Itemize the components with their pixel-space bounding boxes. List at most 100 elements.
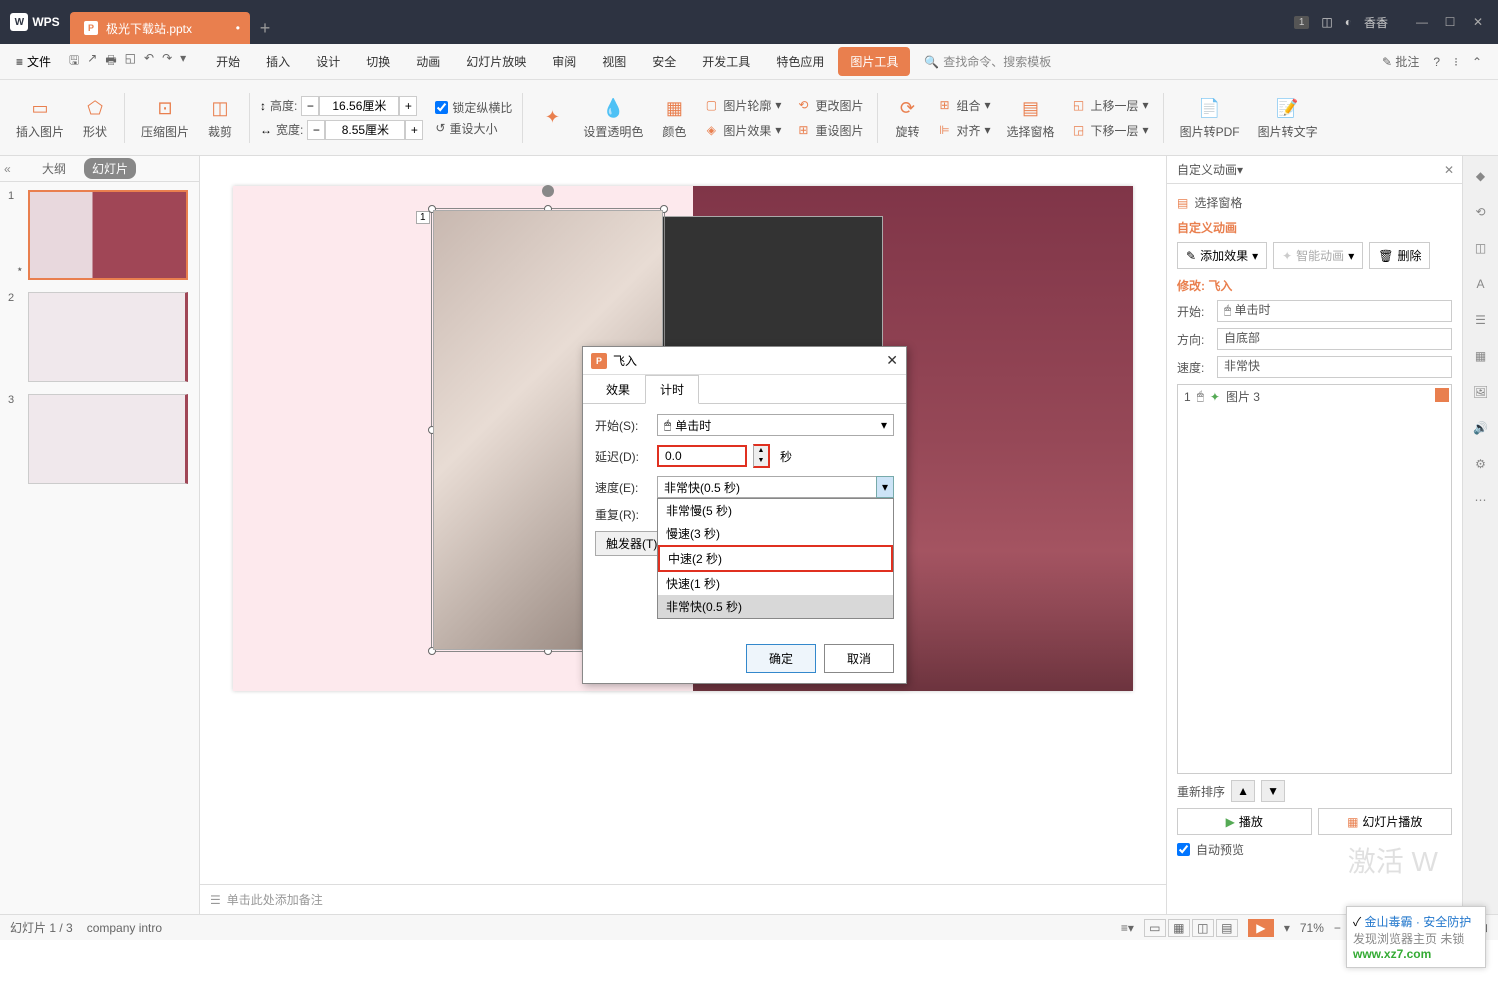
redo-icon[interactable]: ↷	[162, 51, 172, 72]
collapse-panel-icon[interactable]: «	[4, 162, 11, 176]
notes-view-button[interactable]: ▤	[1216, 919, 1238, 937]
tool-6-icon[interactable]: ▦	[1469, 344, 1493, 368]
speed-select[interactable]: 非常快	[1217, 356, 1452, 378]
shape-button[interactable]: ⬠形状	[76, 93, 114, 142]
collapse-ribbon-icon[interactable]: ⌃	[1472, 55, 1482, 69]
tool-1-icon[interactable]: ◆	[1469, 164, 1493, 188]
group-button[interactable]: ⊞组合 ▾	[932, 95, 994, 116]
tab-review[interactable]: 审阅	[540, 47, 588, 76]
effect-button[interactable]: ◈图片效果 ▾	[699, 120, 785, 141]
tab-developer[interactable]: 开发工具	[690, 47, 762, 76]
speed-option-4[interactable]: 非常快(0.5 秒)	[658, 595, 893, 618]
notes-bar[interactable]: ☰ 单击此处添加备注	[200, 884, 1166, 914]
reset-pic-button[interactable]: ⊞重设图片	[791, 120, 867, 141]
tab-slideshow[interactable]: 幻灯片放映	[454, 47, 538, 76]
transparency-button[interactable]: 💧设置透明色	[577, 93, 649, 142]
speed-option-2[interactable]: 中速(2 秒)	[658, 545, 893, 572]
animation-item[interactable]: 1 🖱 ✦ 图片 3	[1178, 385, 1451, 408]
tab-transition[interactable]: 切换	[354, 47, 402, 76]
close-pane-icon[interactable]: ✕	[1444, 163, 1454, 177]
snap-button[interactable]: ✦	[533, 103, 571, 133]
zoom-level[interactable]: 71%	[1300, 921, 1324, 935]
move-down-button[interactable]: ▼	[1261, 780, 1285, 802]
play-button[interactable]: ▶播放	[1177, 808, 1312, 835]
maximize-button[interactable]: ☐	[1442, 14, 1458, 30]
tab-security[interactable]: 安全	[640, 47, 688, 76]
spin-up[interactable]: ▲	[754, 446, 768, 456]
minimize-button[interactable]: —	[1414, 14, 1430, 30]
app-logo[interactable]: W WPS	[0, 0, 70, 44]
file-menu[interactable]: ≡ 文件	[8, 49, 59, 74]
ok-button[interactable]: 确定	[746, 644, 816, 673]
thumbnail-1[interactable]: 1 ⋆	[8, 190, 191, 280]
rotate-button[interactable]: ⟳旋转	[888, 93, 926, 142]
speed-option-3[interactable]: 快速(1 秒)	[658, 572, 893, 595]
rotate-handle[interactable]	[542, 185, 554, 197]
notification-badge[interactable]: 1	[1294, 16, 1310, 29]
height-plus[interactable]: +	[399, 96, 417, 116]
direction-select[interactable]: 自底部	[1217, 328, 1452, 350]
dialog-tab-timing[interactable]: 计时	[645, 375, 699, 404]
add-tab-button[interactable]: +	[250, 12, 280, 44]
thumbnail-3[interactable]: 3	[8, 394, 191, 484]
thumb-preview[interactable]	[28, 292, 188, 382]
animation-list[interactable]: 1 🖱 ✦ 图片 3	[1177, 384, 1452, 774]
ribbon-options-icon[interactable]: ⁝	[1454, 55, 1458, 69]
user-name[interactable]: 香香	[1364, 14, 1388, 31]
delete-button[interactable]: 🗑删除	[1369, 242, 1430, 269]
tab-picture-tools[interactable]: 图片工具	[838, 47, 910, 76]
slideshow-button[interactable]: ▦幻灯片播放	[1318, 808, 1453, 835]
cancel-button[interactable]: 取消	[824, 644, 894, 673]
print-preview-icon[interactable]: ◱	[125, 51, 136, 72]
bring-forward-button[interactable]: ◱上移一层 ▾	[1067, 95, 1153, 116]
qat-dropdown-icon[interactable]: ▾	[180, 51, 186, 72]
tab-view[interactable]: 视图	[590, 47, 638, 76]
size-link-icon-2[interactable]: ↔	[260, 123, 272, 137]
dlg-speed-dropdown-button[interactable]: ▾	[876, 476, 894, 498]
print-icon[interactable]: 🖶	[105, 51, 116, 72]
outline-button[interactable]: ▢图片轮廓 ▾	[699, 95, 785, 116]
selection-pane-button[interactable]: ▤选择窗格	[1001, 93, 1061, 142]
lock-aspect-checkbox[interactable]: 锁定纵横比	[435, 99, 512, 116]
thumbnail-2[interactable]: 2	[8, 292, 191, 382]
normal-view-button[interactable]: ▭	[1144, 919, 1166, 937]
document-tab[interactable]: P 极光下载站.pptx •	[70, 12, 250, 44]
thumb-preview[interactable]	[28, 394, 188, 484]
dlg-delay-spinner[interactable]: ▲ ▼	[753, 444, 770, 468]
tab-animation[interactable]: 动画	[404, 47, 452, 76]
pic-to-pdf-button[interactable]: 📄图片转PDF	[1174, 93, 1246, 142]
start-select[interactable]: 🖱 单击时	[1217, 300, 1452, 322]
width-input[interactable]	[325, 120, 405, 140]
height-input[interactable]	[319, 96, 399, 116]
tab-insert[interactable]: 插入	[254, 47, 302, 76]
compress-button[interactable]: ⊡压缩图片	[135, 93, 195, 142]
spin-down[interactable]: ▼	[754, 456, 768, 466]
move-up-button[interactable]: ▲	[1231, 780, 1255, 802]
smart-animation-button[interactable]: ✦智能动画 ▾	[1273, 242, 1363, 269]
dialog-titlebar[interactable]: P 飞入 ✕	[583, 347, 906, 375]
tool-4-icon[interactable]: A	[1469, 272, 1493, 296]
play-dropdown-icon[interactable]: ▾	[1284, 921, 1290, 935]
tool-3-icon[interactable]: ◫	[1469, 236, 1493, 260]
tool-8-icon[interactable]: 🔊	[1469, 416, 1493, 440]
width-plus[interactable]: +	[405, 120, 423, 140]
dialog-close-icon[interactable]: ✕	[886, 352, 898, 369]
notes-toggle-icon[interactable]: ≡▾	[1121, 921, 1134, 935]
tool-2-icon[interactable]: ⟲	[1469, 200, 1493, 224]
tab-design[interactable]: 设计	[304, 47, 352, 76]
thumb-preview[interactable]: ⋆	[28, 190, 188, 280]
zoom-out-icon[interactable]: −	[1334, 921, 1341, 935]
height-spinner[interactable]: − +	[301, 96, 417, 116]
close-button[interactable]: ✕	[1470, 14, 1486, 30]
tool-9-icon[interactable]: ⚙	[1469, 452, 1493, 476]
dlg-delay-input[interactable]	[657, 445, 747, 467]
outline-tab[interactable]: 大纲	[34, 158, 74, 179]
align-button[interactable]: ⊫对齐 ▾	[932, 120, 994, 141]
dlg-speed-select[interactable]: 非常快(0.5 秒)	[657, 476, 894, 498]
reset-size-button[interactable]: ↺重设大小	[435, 120, 512, 137]
theme-icon[interactable]: ◫	[1321, 15, 1332, 29]
width-minus[interactable]: −	[307, 120, 325, 140]
command-search[interactable]: 🔍 查找命令、搜索模板	[924, 53, 1051, 70]
tab-special[interactable]: 特色应用	[764, 47, 836, 76]
dialog-tab-effect[interactable]: 效果	[591, 375, 645, 404]
